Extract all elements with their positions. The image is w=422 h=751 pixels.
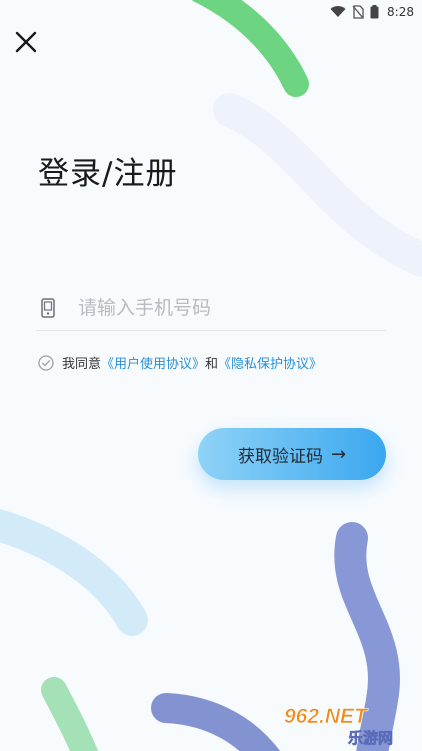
light-blue-stroke (0, 508, 148, 636)
agreement-row: 我同意 《用户使用协议》 和 《隐私保护协议》 (38, 353, 322, 372)
watermark-logo: 962.NET 乐游网 (284, 705, 394, 747)
get-code-button[interactable]: 获取验证码 → (198, 428, 386, 480)
phone-field (36, 286, 386, 331)
purple-stroke-bottom (151, 693, 281, 751)
status-bar: 8:28 (0, 0, 422, 24)
faint-stroke (213, 93, 422, 277)
status-time: 8:28 (387, 5, 414, 19)
user-agreement-link[interactable]: 《用户使用协议》 (101, 353, 205, 372)
agreement-checkbox[interactable] (38, 354, 54, 371)
watermark-site: 乐游网 (348, 729, 393, 747)
arrow-right-icon: → (330, 443, 347, 465)
green-stroke-bottom (41, 677, 99, 751)
close-icon (15, 31, 37, 53)
phone-icon (38, 298, 58, 318)
no-sim-icon (352, 5, 364, 19)
phone-input[interactable] (78, 288, 386, 328)
battery-icon (370, 5, 379, 19)
get-code-label: 获取验证码 (237, 446, 323, 467)
page-title: 登录/注册 (38, 156, 178, 192)
privacy-agreement-link[interactable]: 《隐私保护协议》 (218, 353, 322, 372)
background-decoration (0, 0, 422, 751)
watermark-brand: 962.NET (284, 705, 369, 728)
wifi-icon (330, 6, 346, 18)
close-button[interactable] (12, 28, 40, 56)
agreement-prefix: 我同意 (62, 357, 102, 372)
agreement-conjunction: 和 (205, 357, 219, 372)
